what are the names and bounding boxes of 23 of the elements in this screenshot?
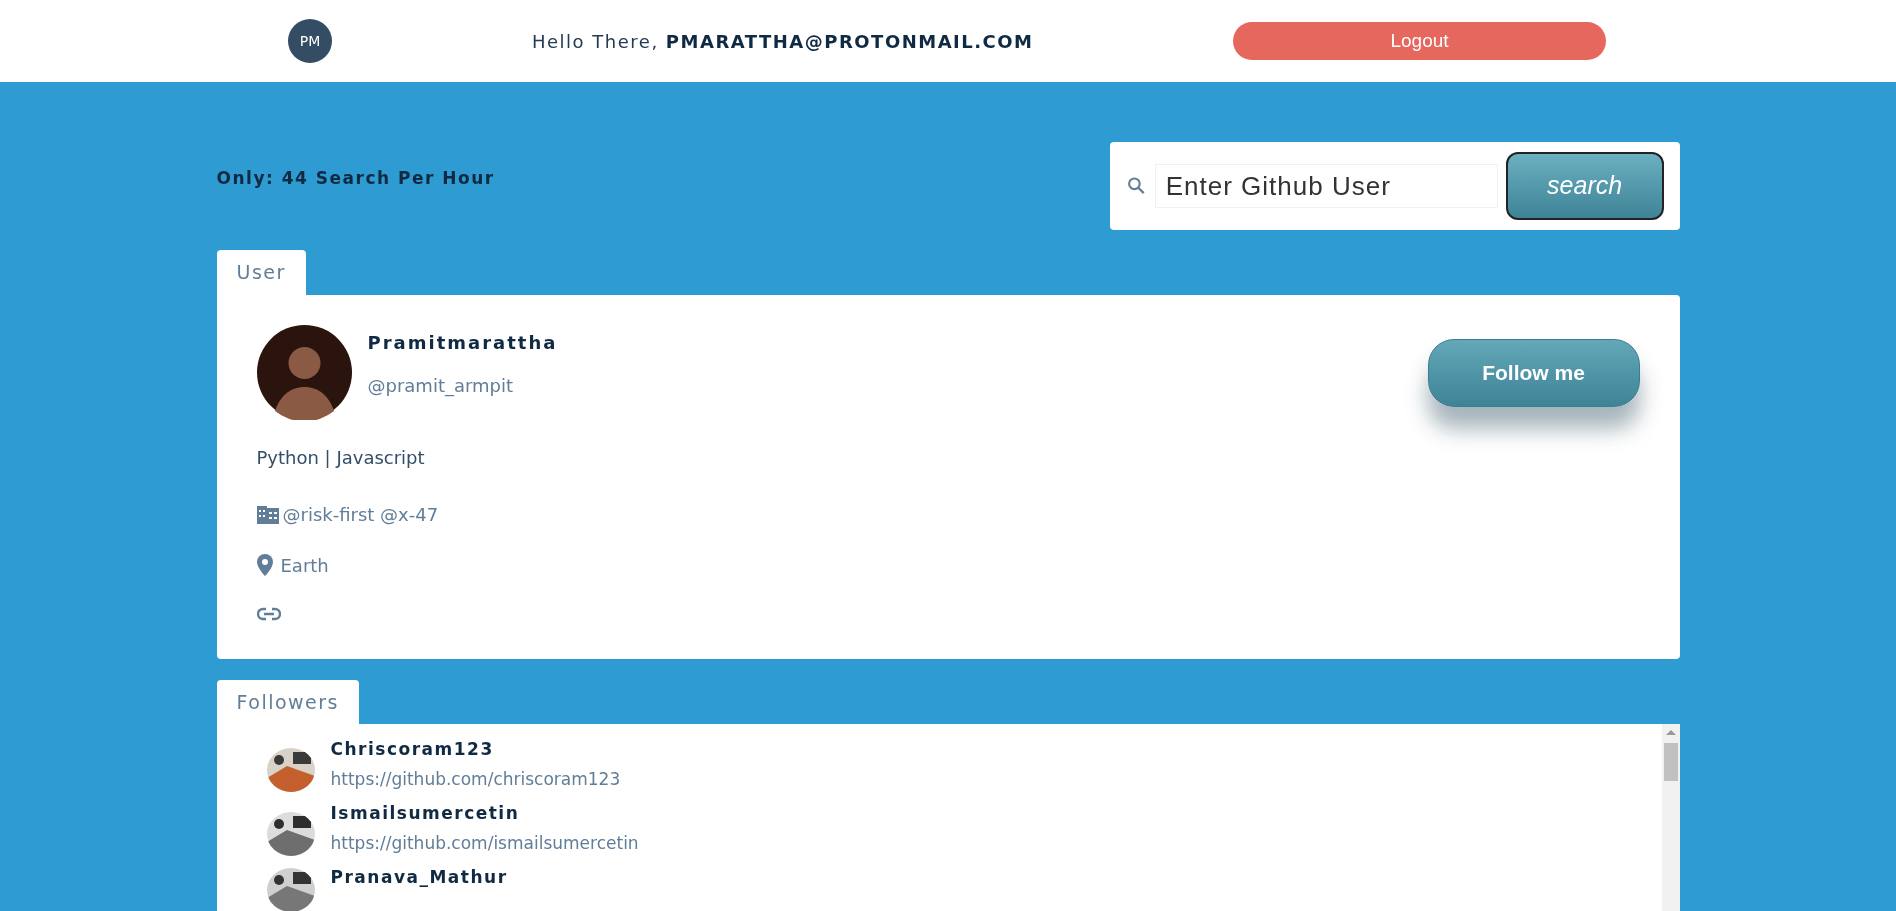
avatar-icon (256, 324, 352, 420)
follower-name: Chriscoram123 (330, 740, 495, 759)
follower-link[interactable]: https://github.com/chriscoram123 (330, 766, 621, 793)
location-pin-icon (256, 554, 273, 576)
follow-button[interactable]: Follow me (1427, 338, 1640, 407)
company-text: @risk-first @x-47 (282, 502, 439, 527)
avatar-initials: PM (288, 19, 332, 63)
rate-limit-text: Only: 44 Search Per Hour (216, 167, 495, 190)
search-field[interactable]: Enter Github User (1154, 164, 1498, 208)
building-icon (256, 504, 279, 524)
greeting-text: Hello There, PMARATTHA@PROTONMAIL.COM (532, 29, 1034, 54)
search-button[interactable]: search (1505, 152, 1664, 220)
scrollbar[interactable] (1661, 724, 1680, 911)
user-handle: @pramit_armpit (367, 373, 515, 399)
follower-name: Ismailsumercetin (330, 804, 521, 823)
follower-link[interactable]: https://github.com/ismailsumercetin (330, 830, 639, 857)
user-name: Pramitmarattha (367, 330, 558, 355)
location-text: Earth (280, 553, 329, 578)
user-bio: Python | Javascript (256, 445, 426, 470)
logout-button[interactable]: Logout (1233, 22, 1606, 60)
search-icon (1125, 175, 1147, 197)
link-icon[interactable] (256, 606, 281, 621)
follower-name: Pranava_Mathur (330, 868, 508, 888)
